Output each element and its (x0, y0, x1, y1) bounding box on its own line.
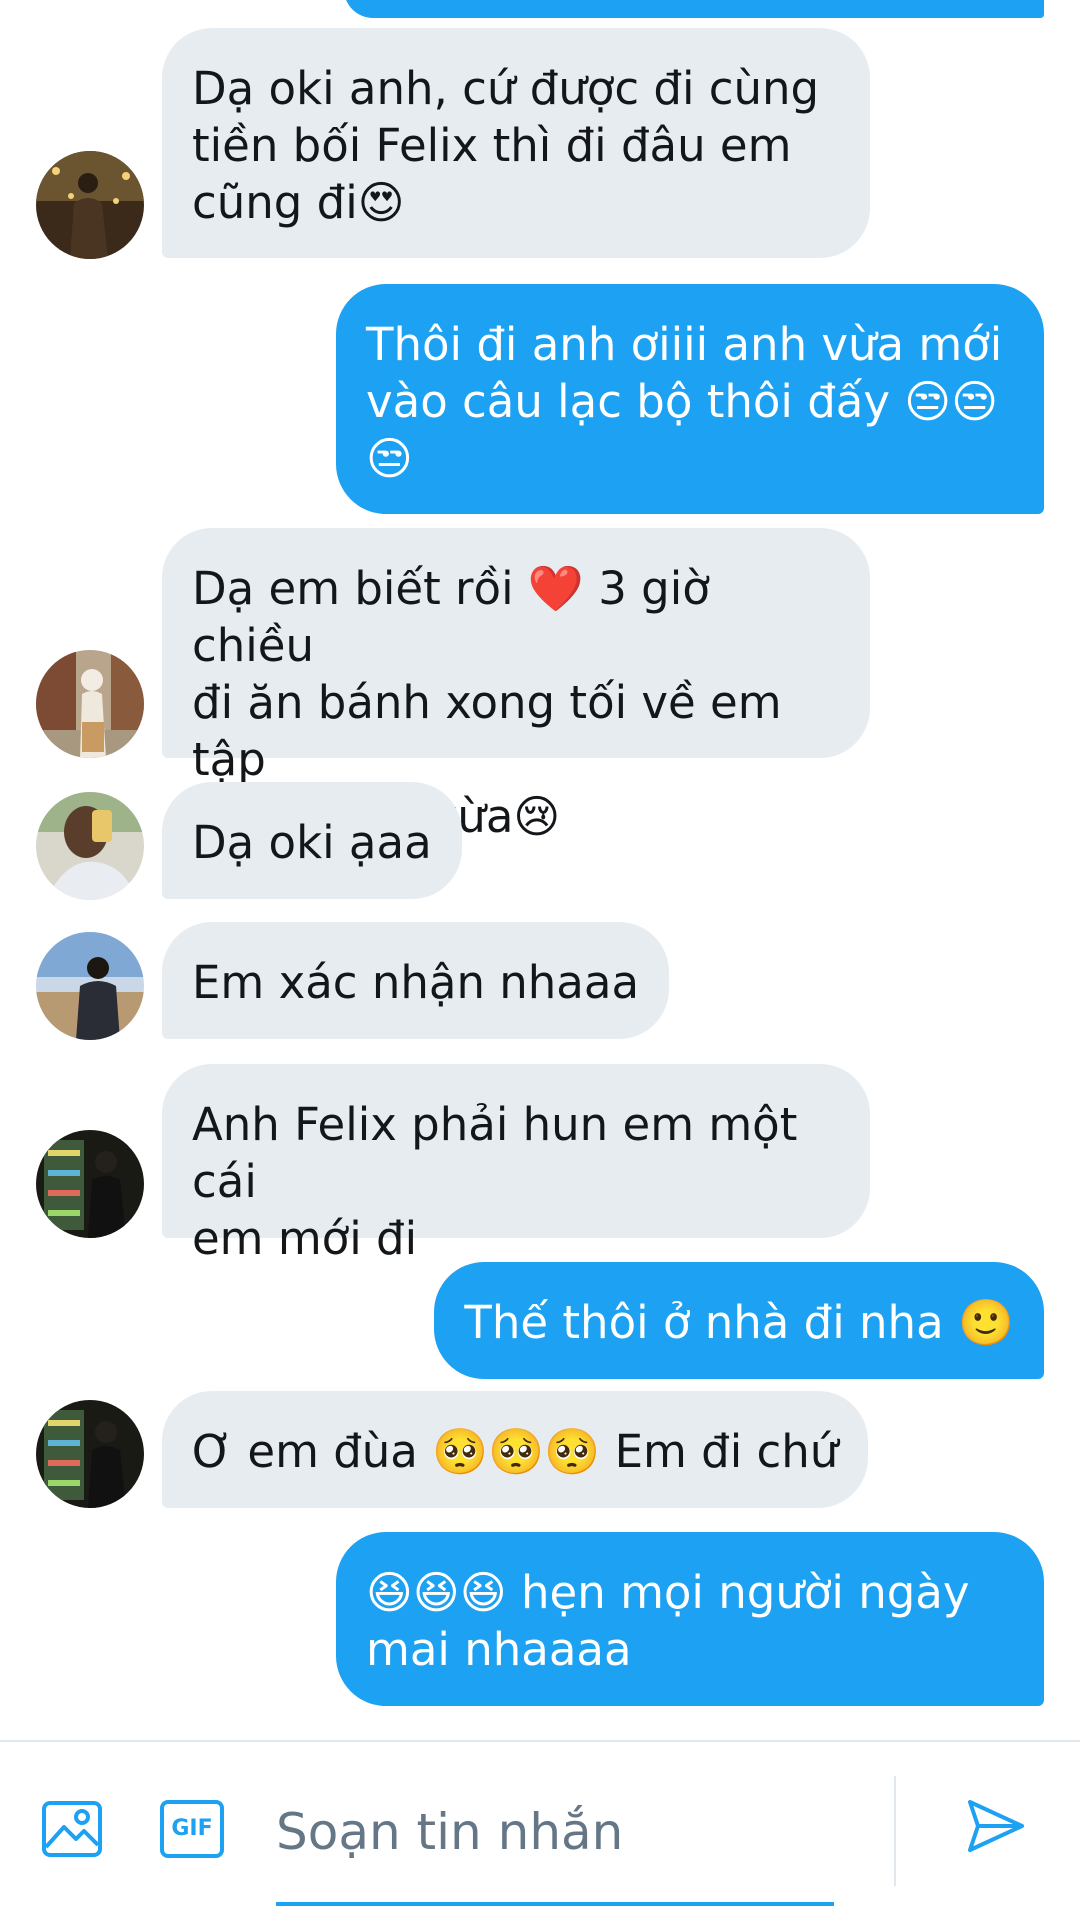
message-bubble-outgoing-partial[interactable] (344, 0, 1044, 18)
message-bubble-incoming[interactable]: Ơ em đùa 🥺🥺🥺 Em đi chứ (162, 1391, 869, 1508)
message-composer: GIF (0, 1740, 1080, 1920)
avatar[interactable] (36, 1130, 144, 1238)
message-bubble-outgoing[interactable]: Thế thôi ở nhà đi nha 🙂 (434, 1262, 1044, 1379)
gif-button[interactable]: GIF (160, 1800, 224, 1858)
avatar[interactable] (36, 650, 144, 758)
message-bubble-incoming[interactable]: Dạ em biết rồi ❤️ 3 giờ chiều đi ăn bánh… (162, 528, 870, 843)
avatar[interactable] (36, 1400, 144, 1508)
avatar[interactable] (36, 932, 144, 1040)
image-icon[interactable] (40, 1797, 104, 1861)
message-bubble-incoming[interactable]: Dạ oki ạaa (162, 782, 462, 899)
send-icon[interactable] (964, 1794, 1028, 1858)
divider (894, 1776, 896, 1886)
message-bubble-incoming[interactable]: Anh Felix phải hun em một cái em mới đi (162, 1064, 870, 1265)
message-bubble-incoming[interactable]: Dạ oki anh, cứ được đi cùng tiền bối Fel… (162, 28, 870, 258)
message-bubble-outgoing[interactable]: 😆😆😆 hẹn mọi người ngày mai nhaaaa (336, 1532, 1044, 1706)
input-focus-underline (276, 1902, 834, 1906)
avatar[interactable] (36, 792, 144, 900)
message-input[interactable] (276, 1782, 834, 1882)
message-bubble-incoming[interactable]: Em xác nhận nhaaa (162, 922, 670, 1039)
avatar[interactable] (36, 151, 144, 259)
message-bubble-outgoing[interactable]: Thôi đi anh ơiiii anh vừa mới vào câu lạ… (336, 284, 1044, 514)
